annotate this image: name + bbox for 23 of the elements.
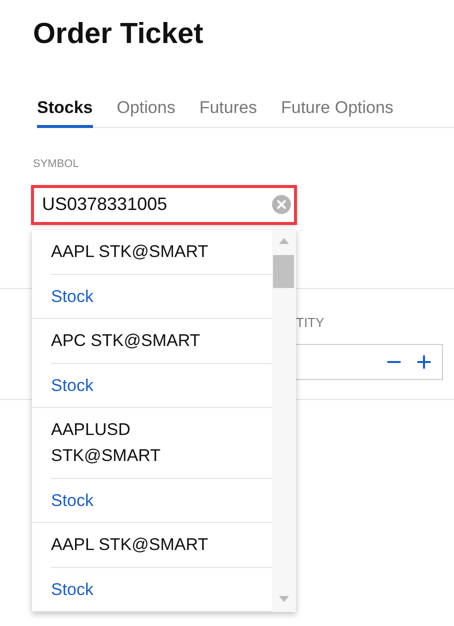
tab[interactable]: Future Options bbox=[280, 90, 394, 128]
scrollbar[interactable] bbox=[272, 230, 296, 612]
scroll-up-icon[interactable] bbox=[279, 238, 289, 244]
result-name[interactable]: AAPL STK@SMART bbox=[51, 239, 233, 265]
result-name[interactable]: AAPLUSD STK@SMART bbox=[51, 417, 233, 469]
plus-icon[interactable] bbox=[414, 352, 434, 372]
result-name[interactable]: AAPL STK@SMART bbox=[51, 532, 233, 558]
result-name[interactable]: APC STK@SMART bbox=[51, 328, 233, 354]
quantity-label: TITY bbox=[296, 314, 324, 332]
result-type[interactable]: Stock bbox=[51, 275, 94, 318]
page-title: Order Ticket bbox=[33, 17, 204, 52]
result-type[interactable]: Stock bbox=[51, 479, 94, 522]
scroll-thumb[interactable] bbox=[273, 255, 294, 288]
tab[interactable]: Futures bbox=[199, 90, 257, 128]
clear-icon[interactable] bbox=[272, 194, 291, 214]
tab[interactable]: Options bbox=[116, 90, 176, 128]
scroll-down-icon[interactable] bbox=[279, 596, 289, 602]
quantity-field[interactable] bbox=[296, 344, 443, 380]
tab[interactable]: Stocks bbox=[37, 90, 93, 128]
field-label: SYMBOL bbox=[33, 157, 79, 172]
symbol-field[interactable]: US0378331005 bbox=[31, 184, 297, 224]
result-type[interactable]: Stock bbox=[51, 364, 94, 407]
result-type[interactable]: Stock bbox=[51, 568, 94, 611]
